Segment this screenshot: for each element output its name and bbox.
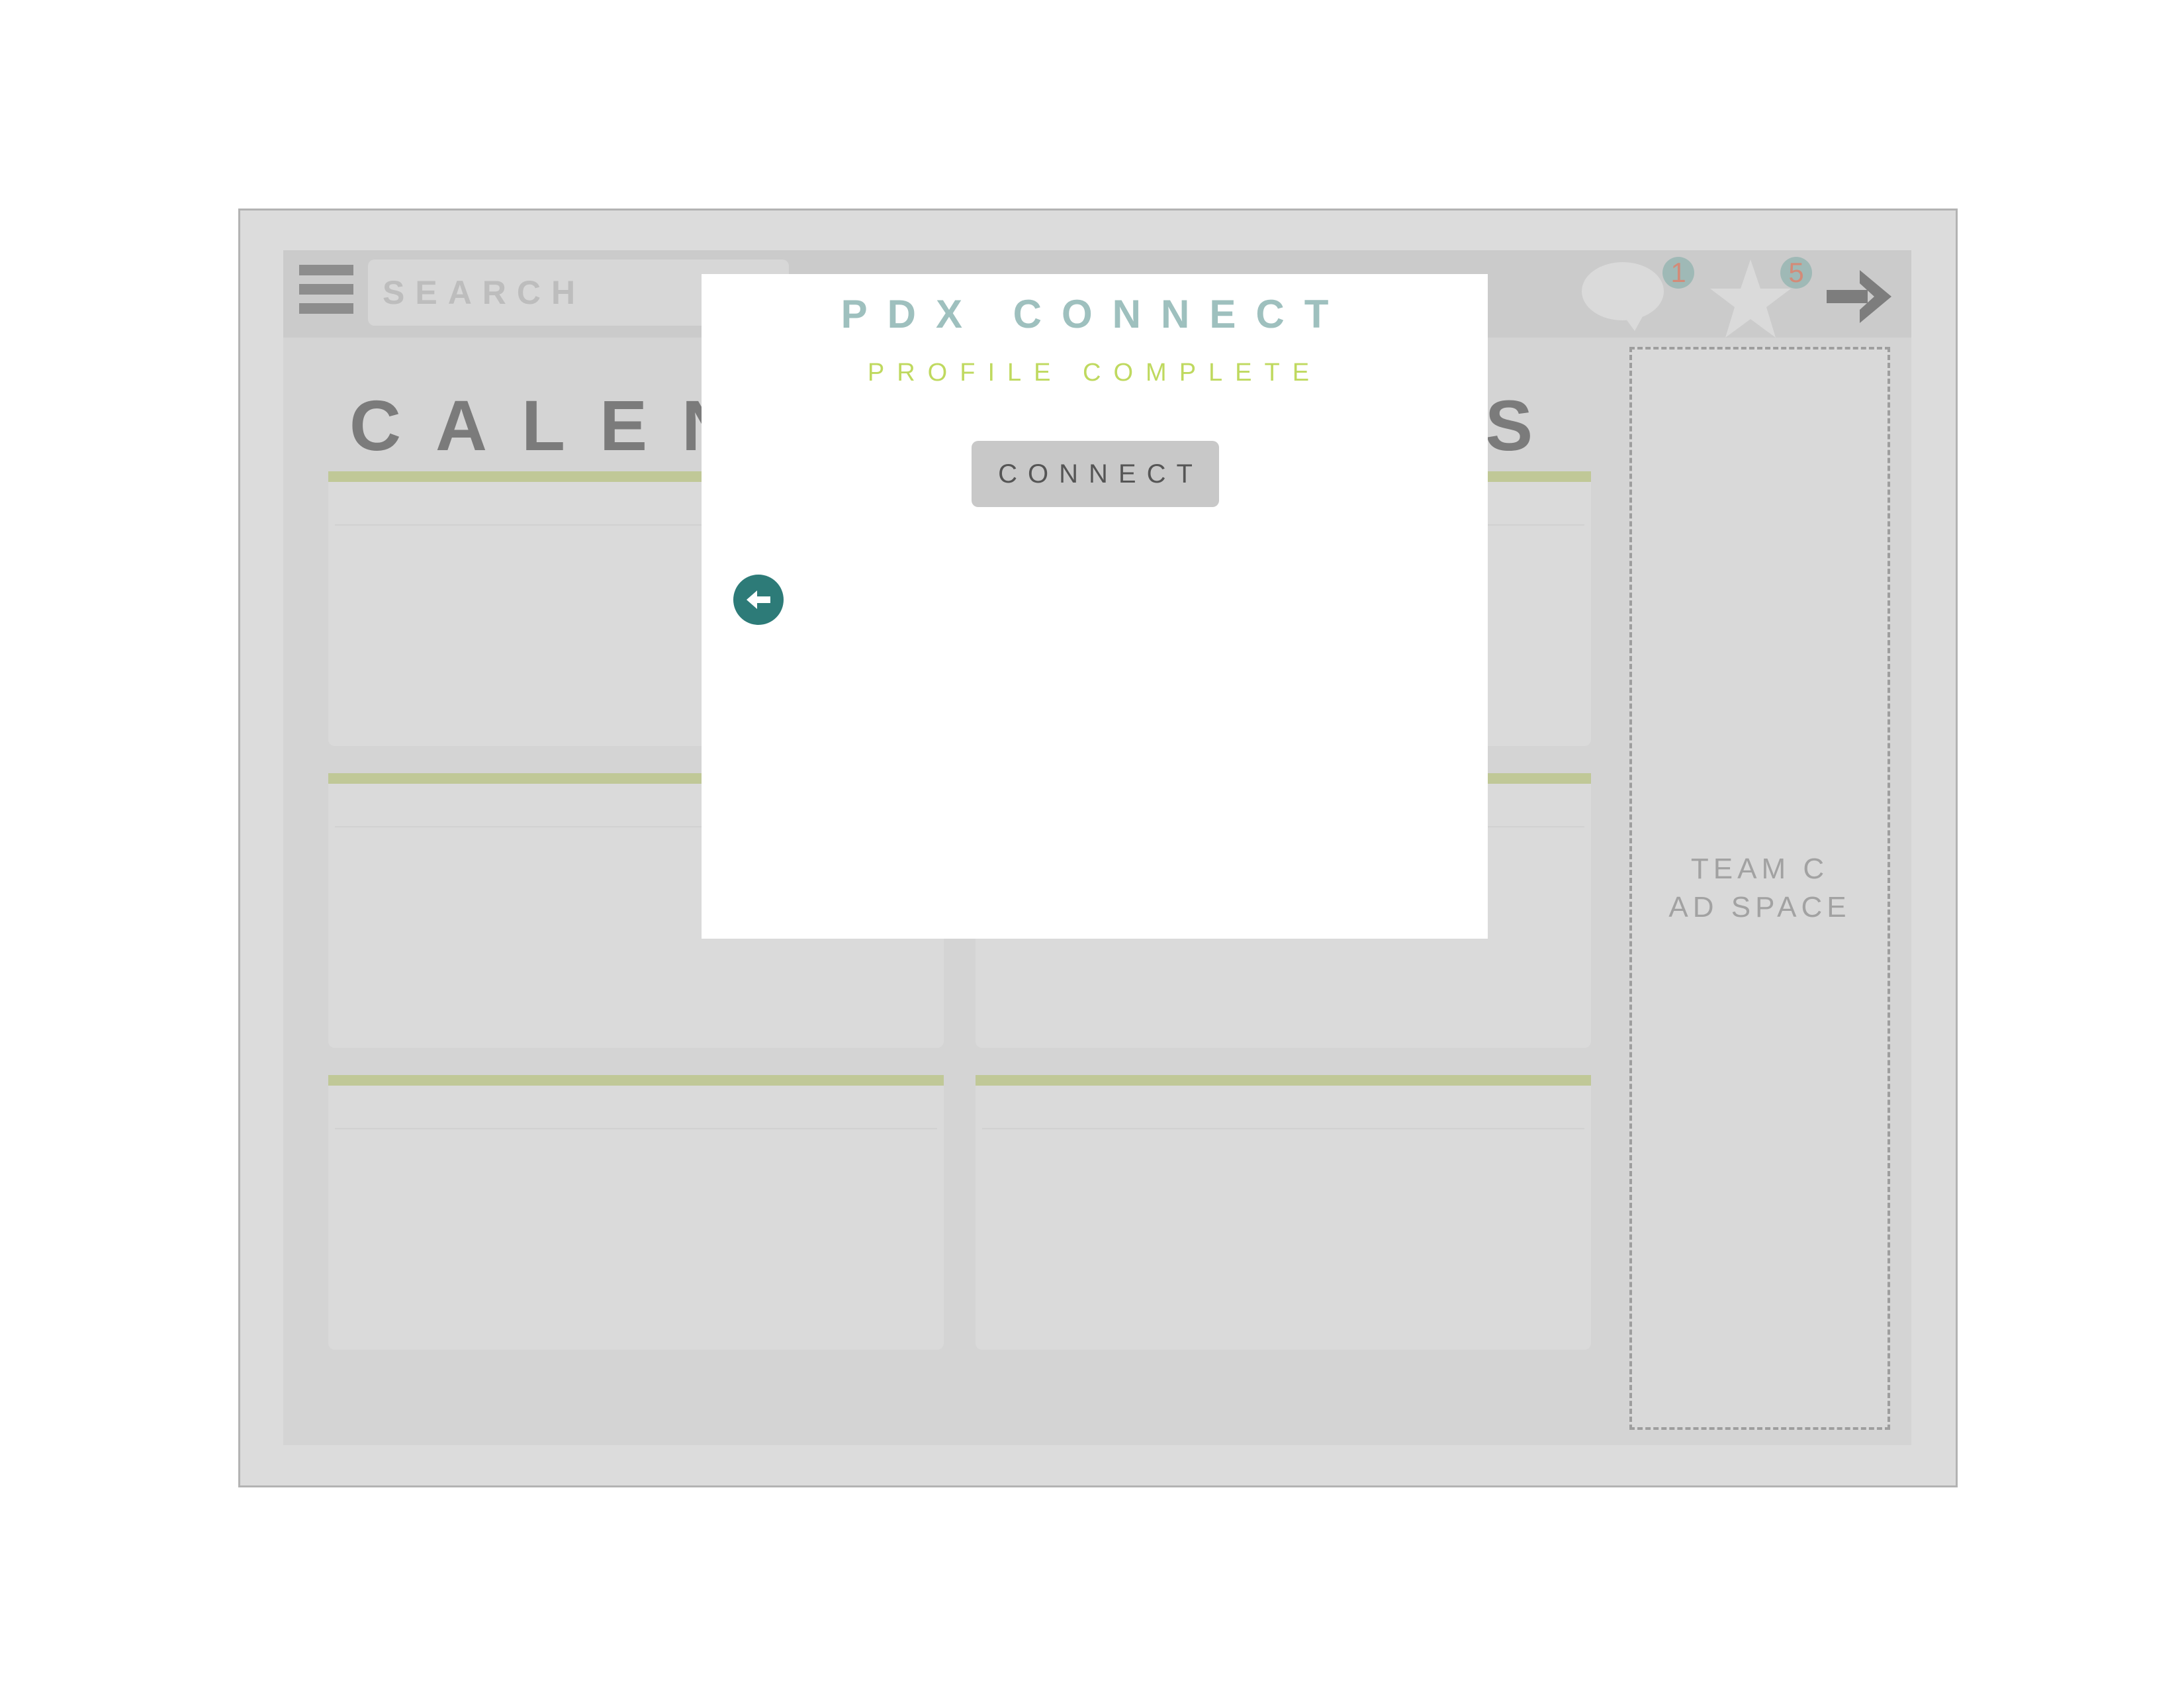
arrow-left-icon (747, 590, 770, 609)
ad-space-label: TEAM C AD SPACE (1629, 850, 1890, 927)
hamburger-menu-icon[interactable] (299, 265, 353, 319)
search-placeholder: SEARCH (383, 274, 586, 311)
messages-badge: 1 (1662, 257, 1694, 289)
page-heading-end: S (1485, 385, 1533, 465)
back-button[interactable] (733, 575, 784, 625)
arrow-right-icon[interactable] (1827, 270, 1893, 323)
favorites-badge: 5 (1780, 257, 1812, 289)
connect-button[interactable]: CONNECT (972, 441, 1219, 507)
calendar-card[interactable] (328, 1075, 944, 1350)
ad-space-line1: TEAM C (1690, 853, 1829, 885)
speech-bubble-icon[interactable] (1582, 259, 1668, 332)
modal-subtitle: PROFILE COMPLETE (867, 359, 1322, 387)
modal-title: PDX CONNECT (841, 292, 1349, 336)
ad-space-line2: AD SPACE (1668, 891, 1851, 923)
calendar-card[interactable] (976, 1075, 1591, 1350)
